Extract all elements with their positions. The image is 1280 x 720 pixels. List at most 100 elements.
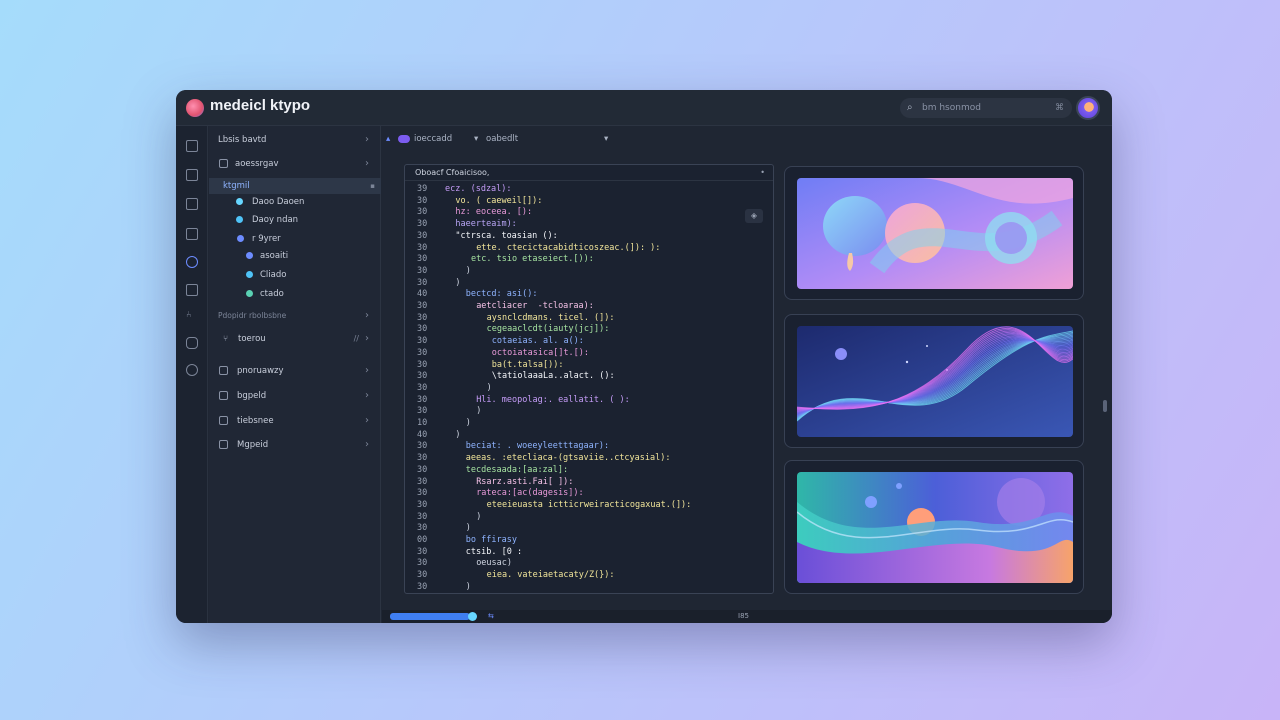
code-text: aysnclcdmans. ticel. (]):: [486, 312, 615, 323]
code-text: cegeaaclcdt(iauty(jcj]):: [486, 324, 610, 335]
sidebar-subitem[interactable]: Daoy ndan: [209, 212, 381, 228]
line-number: 30: [417, 581, 428, 592]
line-number: 10: [417, 418, 428, 428]
progress-indicator: [390, 613, 470, 620]
code-text: aeeas. :etecliaca-(gtsaviie..ctcyasial):: [465, 453, 671, 464]
palette-icon[interactable]: [186, 256, 198, 268]
line-number: 30: [417, 453, 428, 464]
line-number: 30: [417, 570, 428, 581]
code-text: ): [455, 429, 461, 440]
close-icon[interactable]: •: [760, 165, 765, 181]
code-text: octoiatasica[]t.[):: [491, 347, 590, 358]
branch-icon: ⑂: [223, 334, 229, 344]
line-number: 00: [417, 535, 428, 545]
sidebar-subitem[interactable]: asoaiti: [209, 248, 381, 264]
code-text: ): [465, 581, 471, 592]
ai-assist-button[interactable]: ◈: [745, 209, 763, 223]
editor-tab[interactable]: Oboacf Cfoaicisoo, •: [405, 165, 773, 181]
sidebar-subitem[interactable]: Daoo Daoen: [209, 194, 381, 210]
app-title: medeicl ktypo: [210, 97, 311, 114]
sidebar-section-header[interactable]: Pdopidr rbolbsbne ›: [209, 308, 381, 324]
chevron-right-icon: ›: [365, 390, 369, 401]
scrollbar[interactable]: [1102, 152, 1108, 608]
file-icon: [236, 216, 243, 223]
code-text: oeusac): [476, 558, 513, 569]
code-text: ette. ctecictacabidticoszeac.(]): ):: [476, 242, 661, 253]
line-number: 30: [417, 336, 428, 347]
line-number: 30: [417, 242, 428, 253]
document-icon[interactable]: [186, 198, 198, 210]
line-number: 30: [417, 488, 428, 499]
line-number: 30: [417, 324, 428, 335]
status-dot-icon: [468, 612, 477, 621]
package-icon[interactable]: [186, 284, 198, 296]
code-editor[interactable]: Oboacf Cfoaicisoo, • ◈ 39 ecz. (sdzal): 30…: [404, 164, 774, 594]
search-input[interactable]: ⌕ bm hsonmod ⌘: [900, 98, 1072, 118]
code-text: rateca:[ac(dagesis]):: [476, 488, 584, 499]
breadcrumb-item[interactable]: ioeccadd: [414, 126, 452, 152]
chevron-right-icon: ›: [365, 439, 369, 450]
code-text: eteeieuasta ictticrweiracticogaxuat.(]):: [486, 499, 692, 510]
search-icon: ⌕: [907, 102, 913, 113]
sidebar-item[interactable]: aoessrgav ›: [209, 156, 381, 172]
line-number: 39: [417, 184, 428, 194]
preview-card[interactable]: [784, 314, 1084, 448]
avatar[interactable]: [1076, 96, 1100, 120]
file-icon: [236, 198, 243, 205]
sidebar-item[interactable]: Mgpeid ›: [209, 437, 381, 453]
folder-icon[interactable]: [186, 169, 198, 181]
code-text: ): [465, 523, 471, 534]
preview-image: [797, 178, 1073, 289]
app-logo-icon: [186, 99, 204, 117]
sidebar-item[interactable]: ⑂ toerou // ›: [209, 331, 381, 347]
activity-rail: ⑃: [176, 126, 208, 623]
document-icon: [219, 366, 228, 375]
sidebar-subitem[interactable]: r 9yrer: [209, 231, 381, 247]
code-text: ): [455, 277, 461, 288]
code-text: bectcd: asi():: [465, 289, 538, 300]
document-icon: [219, 440, 228, 449]
preview-card[interactable]: [784, 460, 1084, 594]
preview-image: [797, 472, 1073, 583]
sidebar-item-selected[interactable]: ktgmil ▪: [209, 178, 381, 194]
line-number: 30: [417, 195, 428, 206]
layers-icon[interactable]: [186, 228, 198, 240]
sidebar: Lbsis bavtd › aoessrgav › ktgmil ▪ Daoo …: [209, 126, 381, 623]
line-number: 30: [417, 301, 428, 311]
chevron-down-icon[interactable]: ▾: [474, 126, 478, 152]
line-number: 30: [417, 476, 428, 487]
settings-icon[interactable]: [186, 364, 198, 376]
sidebar-item[interactable]: Lbsis bavtd ›: [209, 132, 381, 148]
document-icon: [219, 416, 228, 425]
branch-icon[interactable]: ⑃: [186, 310, 198, 322]
sidebar-item[interactable]: bgpeld ›: [209, 388, 381, 404]
code-text: ): [476, 511, 482, 522]
line-number: 30: [417, 207, 428, 218]
line-number: 30: [417, 558, 428, 569]
chevron-right-icon: ›: [365, 158, 369, 169]
code-text: ): [476, 406, 482, 417]
line-number: 30: [417, 347, 428, 358]
sync-icon[interactable]: ⇆: [488, 610, 494, 623]
document-icon: [219, 391, 228, 400]
preview-card[interactable]: [784, 166, 1084, 300]
line-number: 30: [417, 441, 428, 452]
sidebar-item[interactable]: tiebsnee ›: [209, 413, 381, 429]
lock-icon[interactable]: [186, 337, 198, 349]
files-icon[interactable]: [186, 140, 198, 152]
sidebar-subitem[interactable]: Cliado: [209, 267, 381, 283]
code-text: vo. ( caeweil[]):: [455, 195, 543, 206]
preview-image: [797, 326, 1073, 437]
sidebar-item[interactable]: pnoruawzy ›: [209, 363, 381, 379]
code-text: "ctrsca. toasian ():: [455, 230, 558, 241]
folder-icon: [219, 159, 228, 168]
code-text: aetcliacer -tcloaraa):: [476, 301, 594, 311]
sidebar-subitem[interactable]: ctado: [209, 286, 381, 302]
breadcrumb-arrow-icon: ▴: [386, 134, 391, 144]
line-number: 30: [417, 394, 428, 405]
code-text: ): [465, 265, 471, 276]
chevron-down-icon[interactable]: ▾: [604, 126, 608, 152]
editor-tab-title: Oboacf Cfoaicisoo,: [415, 168, 490, 177]
scrollbar-thumb[interactable]: [1103, 400, 1107, 412]
breadcrumb-item[interactable]: oabedlt: [486, 126, 518, 152]
